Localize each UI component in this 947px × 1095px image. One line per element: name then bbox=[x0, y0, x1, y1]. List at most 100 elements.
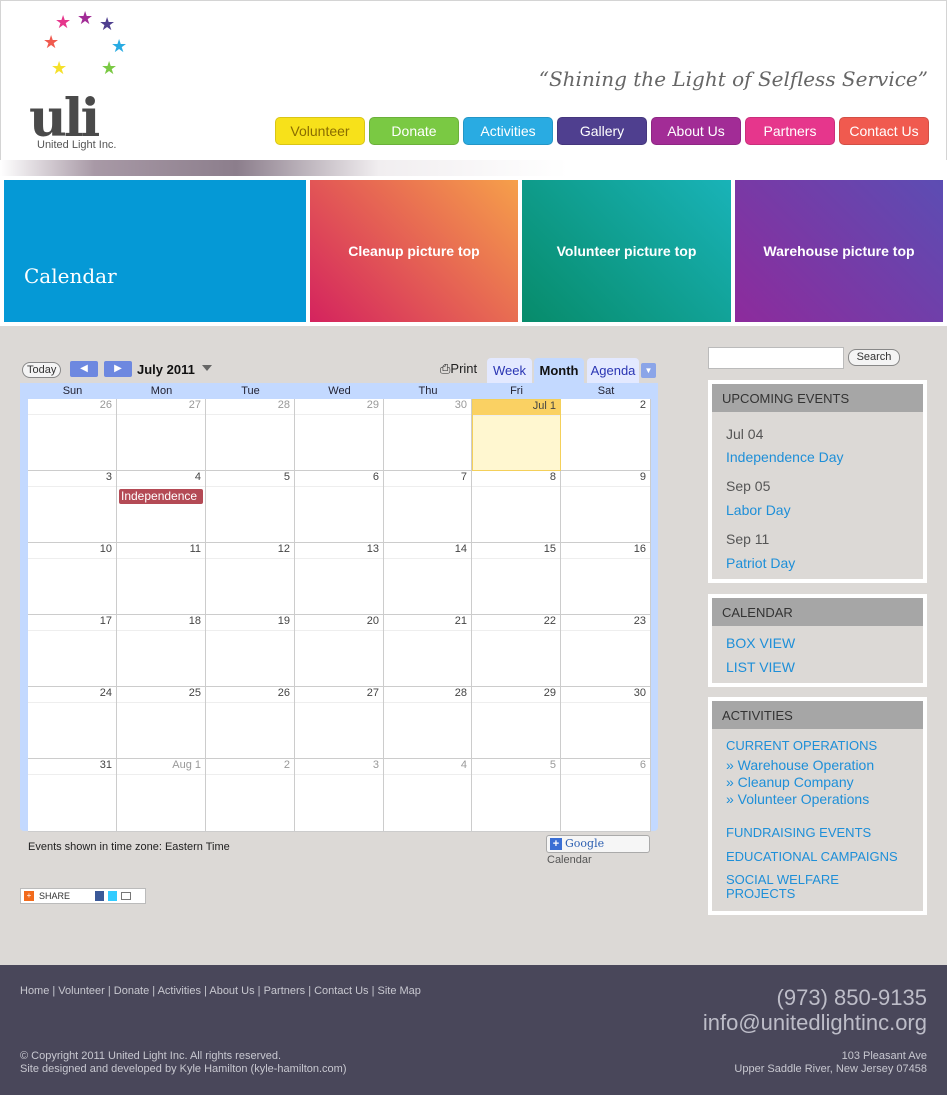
day-cell[interactable]: 5 bbox=[206, 471, 295, 543]
date-label: 4 bbox=[384, 759, 471, 775]
logo[interactable]: ★ ★ ★ ★ ★ ★ ★ uli United Light Inc. bbox=[23, 9, 143, 156]
day-cell[interactable]: 9 bbox=[561, 471, 651, 543]
cleanup-company-link[interactable]: » Cleanup Company bbox=[726, 774, 854, 790]
day-header: Fri bbox=[510, 385, 523, 397]
tab-month[interactable]: Month bbox=[534, 358, 584, 383]
day-cell[interactable]: 23 bbox=[561, 615, 651, 687]
event-link[interactable]: Independence Day bbox=[726, 449, 844, 465]
calendar-box: CALENDAR BOX VIEW LIST VIEW bbox=[708, 594, 927, 687]
day-cell[interactable]: 14 bbox=[384, 543, 472, 615]
page-title: Calendar bbox=[24, 264, 117, 288]
date-label: 11 bbox=[117, 543, 205, 559]
prev-month-button[interactable]: ◀ bbox=[70, 361, 98, 377]
day-cell[interactable]: 3 bbox=[28, 471, 117, 543]
chevron-down-icon[interactable]: ▼ bbox=[641, 363, 656, 378]
day-cell[interactable]: 3 bbox=[295, 759, 384, 832]
footer-nav[interactable]: Home | Volunteer | Donate | Activities |… bbox=[20, 985, 421, 997]
volunteer-picture-label: Volunteer picture top bbox=[556, 243, 697, 259]
upcoming-events-box: UPCOMING EVENTS Jul 04 Independence Day … bbox=[708, 380, 927, 583]
day-cell[interactable]: 8 bbox=[472, 471, 561, 543]
nav-gallery-button[interactable]: Gallery bbox=[557, 117, 647, 145]
current-operations-link[interactable]: CURRENT OPERATIONS bbox=[726, 738, 877, 753]
educational-campaigns-link[interactable]: EDUCATIONAL CAMPAIGNS bbox=[726, 849, 898, 864]
day-cell[interactable]: 4 bbox=[384, 759, 472, 832]
google-calendar-button[interactable]: + Google Calendar bbox=[546, 835, 650, 866]
day-cell[interactable]: 29 bbox=[295, 399, 384, 471]
print-button[interactable]: ⎙Print bbox=[440, 361, 477, 377]
volunteer-operations-link[interactable]: » Volunteer Operations bbox=[726, 791, 869, 807]
day-cell[interactable]: 2 bbox=[561, 399, 651, 471]
social-welfare-link[interactable]: SOCIAL WELFARE PROJECTS bbox=[726, 873, 886, 901]
day-cell[interactable]: 6 bbox=[561, 759, 651, 832]
month-label[interactable]: July 2011 bbox=[137, 362, 195, 377]
nav-volunteer-button[interactable]: Volunteer bbox=[275, 117, 365, 145]
tab-agenda[interactable]: Agenda bbox=[587, 358, 639, 383]
list-view-link[interactable]: LIST VIEW bbox=[726, 659, 795, 675]
day-cell[interactable]: 26 bbox=[28, 399, 117, 471]
day-cell[interactable]: 30 bbox=[384, 399, 472, 471]
event-link[interactable]: Labor Day bbox=[726, 502, 791, 518]
day-cell[interactable]: 2 bbox=[206, 759, 295, 832]
day-cell[interactable]: 6 bbox=[295, 471, 384, 543]
day-cell[interactable]: 29 bbox=[472, 687, 561, 759]
day-cell[interactable]: 27 bbox=[295, 687, 384, 759]
tab-week[interactable]: Week bbox=[487, 358, 532, 383]
day-cell[interactable]: 30 bbox=[561, 687, 651, 759]
nav-contact-button[interactable]: Contact Us bbox=[839, 117, 929, 145]
date-label: 3 bbox=[295, 759, 383, 775]
day-cell[interactable]: 31 bbox=[28, 759, 117, 832]
warehouse-operation-link[interactable]: » Warehouse Operation bbox=[726, 757, 874, 773]
nav-about-button[interactable]: About Us bbox=[651, 117, 741, 145]
nav-activities-button[interactable]: Activities bbox=[463, 117, 553, 145]
day-cell[interactable]: 17 bbox=[28, 615, 117, 687]
day-cell[interactable]: 19 bbox=[206, 615, 295, 687]
search-button[interactable]: Search bbox=[848, 349, 900, 366]
day-cell[interactable]: 25 bbox=[117, 687, 206, 759]
day-cell[interactable]: Aug 1 bbox=[117, 759, 206, 832]
date-label: 26 bbox=[28, 399, 116, 415]
day-cell[interactable]: 18 bbox=[117, 615, 206, 687]
today-button[interactable]: Today bbox=[22, 362, 62, 378]
date-label: 18 bbox=[117, 615, 205, 631]
day-cell[interactable]: 12 bbox=[206, 543, 295, 615]
twitter-icon bbox=[108, 891, 117, 901]
day-cell[interactable]: 21 bbox=[384, 615, 472, 687]
credit-text: Site designed and developed by Kyle Hami… bbox=[20, 1063, 347, 1075]
day-cell[interactable]: 24 bbox=[28, 687, 117, 759]
nav-partners-button[interactable]: Partners bbox=[745, 117, 835, 145]
event-link[interactable]: Patriot Day bbox=[726, 555, 795, 571]
day-cell[interactable]: 20 bbox=[295, 615, 384, 687]
search-input[interactable] bbox=[708, 347, 844, 369]
email-icon bbox=[121, 892, 131, 900]
day-header: Sun bbox=[62, 385, 83, 397]
date-label: 29 bbox=[295, 399, 383, 415]
day-cell[interactable]: 15 bbox=[472, 543, 561, 615]
day-cell[interactable]: 13 bbox=[295, 543, 384, 615]
fundraising-events-link[interactable]: FUNDRAISING EVENTS bbox=[726, 825, 871, 840]
next-month-button[interactable]: ▶ bbox=[104, 361, 132, 377]
day-cell[interactable]: 22 bbox=[472, 615, 561, 687]
day-cell[interactable]: 27 bbox=[117, 399, 206, 471]
date-label: 4 bbox=[117, 471, 205, 487]
date-label: 20 bbox=[295, 615, 383, 631]
day-header: Tue bbox=[241, 385, 260, 397]
day-cell[interactable]: 28 bbox=[206, 399, 295, 471]
day-cell[interactable]: 7 bbox=[384, 471, 472, 543]
day-cell[interactable]: 11 bbox=[117, 543, 206, 615]
box-view-link[interactable]: BOX VIEW bbox=[726, 635, 795, 651]
day-cell[interactable]: 16 bbox=[561, 543, 651, 615]
day-cell[interactable]: 5 bbox=[472, 759, 561, 832]
chevron-down-icon[interactable] bbox=[202, 365, 212, 371]
email-address[interactable]: info@unitedlightinc.org bbox=[703, 1010, 927, 1036]
star-icon: ★ bbox=[99, 14, 116, 34]
upcoming-events-heading: UPCOMING EVENTS bbox=[712, 384, 923, 412]
share-button[interactable]: + SHARE bbox=[20, 888, 146, 904]
day-cell[interactable]: 28 bbox=[384, 687, 472, 759]
star-icon: ★ bbox=[55, 12, 72, 32]
nav-donate-button[interactable]: Donate bbox=[369, 117, 459, 145]
day-cell[interactable]: 26 bbox=[206, 687, 295, 759]
calendar-event[interactable]: Independence bbox=[119, 489, 203, 504]
day-cell[interactable]: 4 Independence bbox=[117, 471, 206, 543]
day-cell[interactable]: 10 bbox=[28, 543, 117, 615]
day-cell[interactable]: Jul 1 bbox=[472, 399, 561, 471]
